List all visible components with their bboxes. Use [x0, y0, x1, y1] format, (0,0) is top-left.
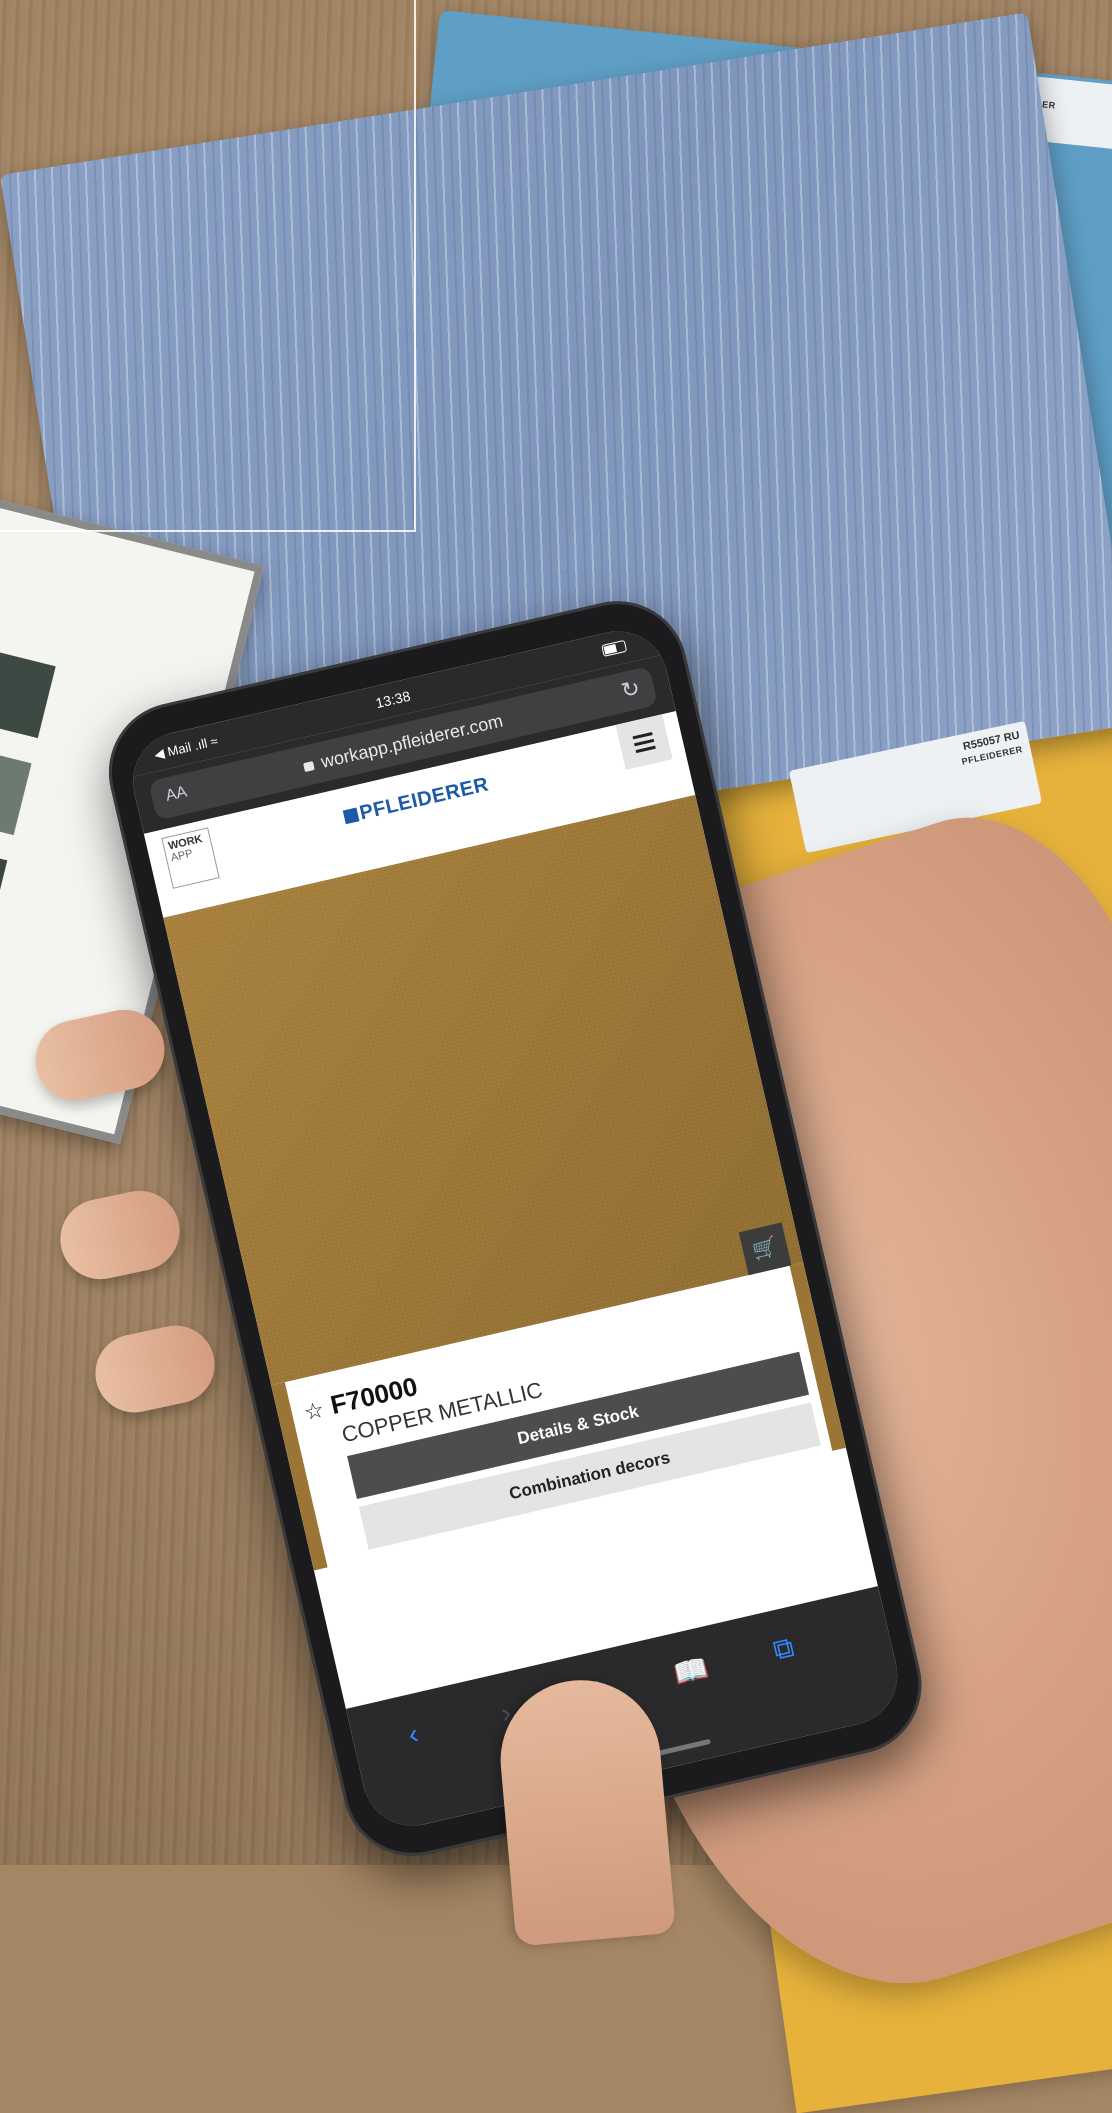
pfleiderer-logo-mark-icon — [342, 807, 360, 825]
tabs-icon[interactable]: ⧉ — [761, 1629, 807, 1670]
decorative-frame-line — [0, 0, 416, 532]
bookmarks-icon[interactable]: 📖 — [668, 1650, 714, 1691]
pfleiderer-logo-text: PFLEIDERER — [357, 773, 491, 825]
catalog-swatch — [0, 644, 56, 739]
hamburger-icon-bar — [635, 745, 656, 753]
hamburger-menu-button[interactable] — [615, 714, 673, 770]
catalog-swatch — [0, 741, 32, 836]
favorite-star-icon[interactable]: ☆ — [301, 1397, 326, 1426]
back-arrow-icon[interactable]: ‹ — [390, 1714, 436, 1754]
hamburger-icon — [632, 731, 653, 739]
lock-icon — [303, 761, 315, 773]
catalog-swatch — [0, 838, 8, 933]
hamburger-icon-bar — [633, 738, 655, 746]
